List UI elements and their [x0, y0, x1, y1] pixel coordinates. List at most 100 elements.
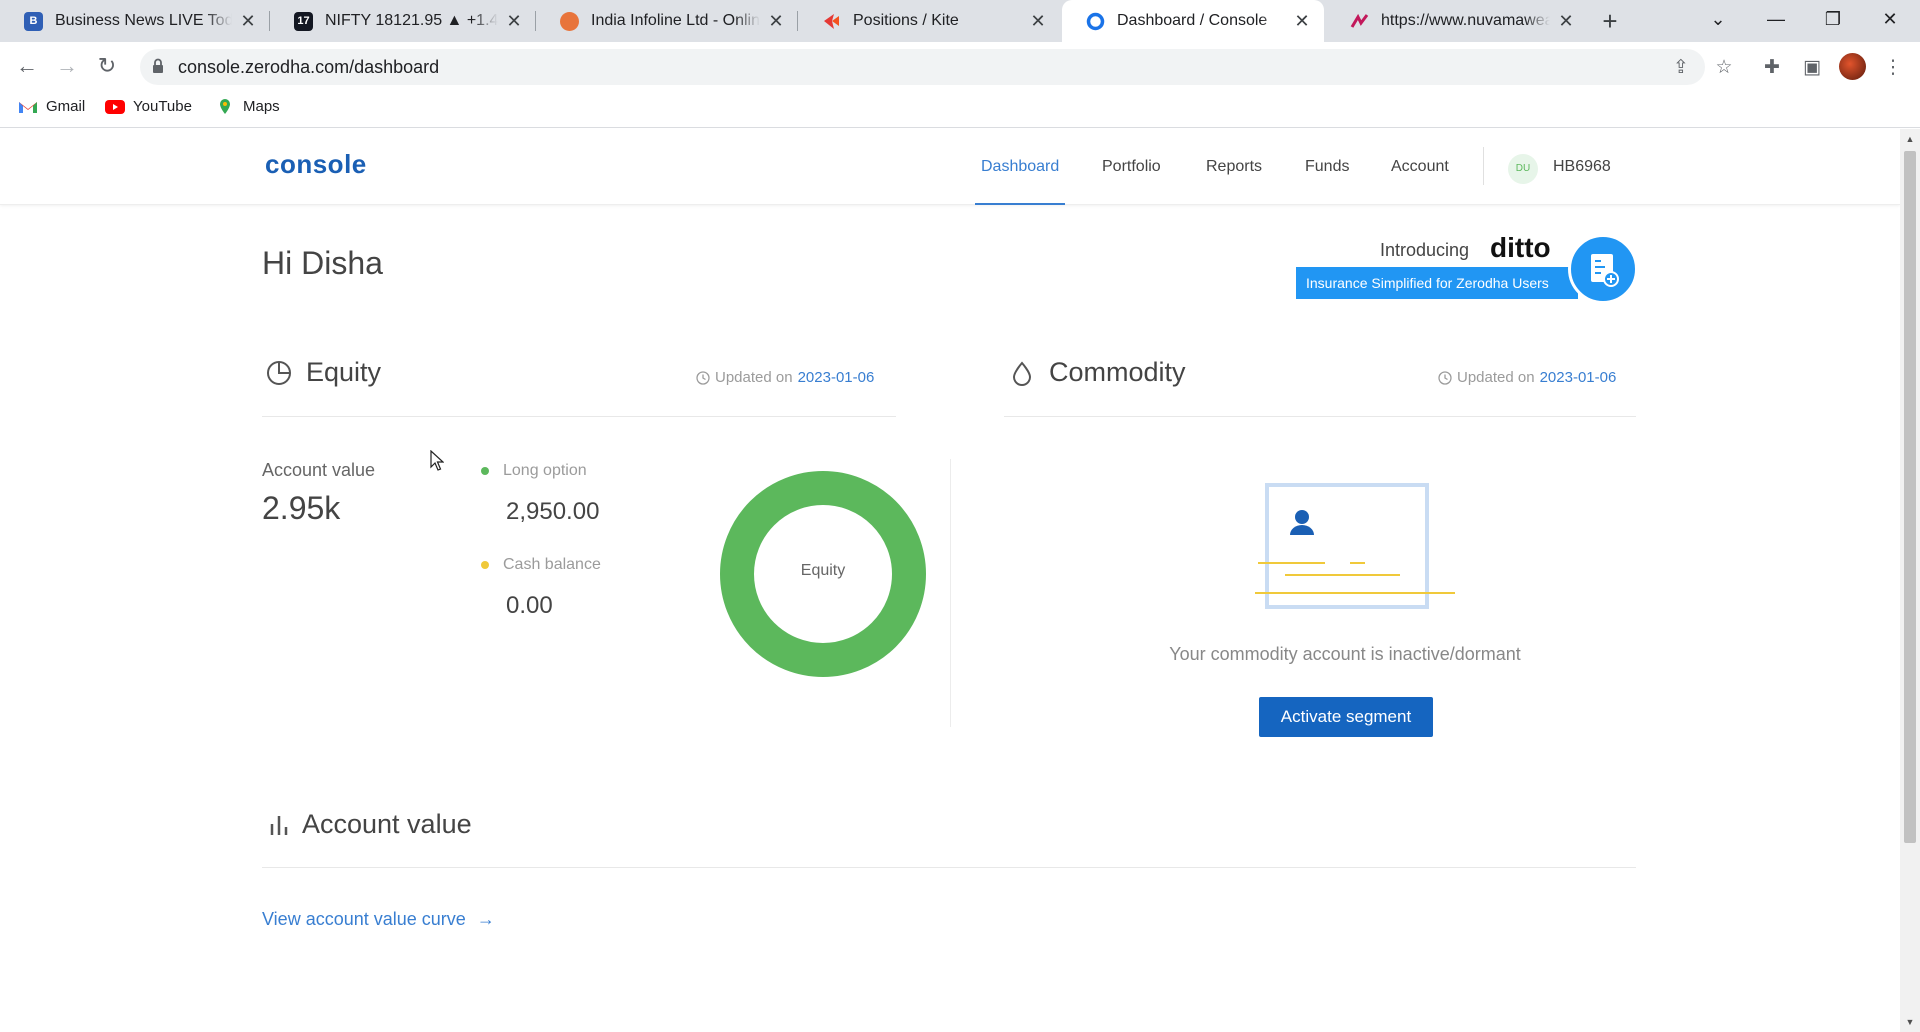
user-id[interactable]: HB6968	[1553, 129, 1611, 205]
bookmark-label: Gmail	[46, 98, 86, 115]
legend-dot-green	[481, 467, 489, 475]
browser-toolbar: ← → ↻ console.zerodha.com/dashboard ⇪ ☆ …	[0, 42, 1920, 90]
page-greeting: Hi Disha	[262, 245, 383, 281]
bookmark-label: YouTube	[133, 98, 192, 115]
restore-icon[interactable]: ❐	[1805, 0, 1861, 38]
equity-divider	[262, 416, 896, 417]
browser-tab-nifty[interactable]: 17 NIFTY 18121.95 ▲ +1.47% Unnamed ✕	[270, 0, 536, 42]
url-text[interactable]: console.zerodha.com/dashboard	[178, 49, 439, 85]
promo-brand: ditto	[1490, 232, 1551, 263]
legend-long-option: Long option	[481, 462, 587, 480]
commodity-inactive-message: Your commodity account is inactive/dorma…	[1169, 644, 1521, 664]
legend-label: Cash balance	[503, 556, 601, 573]
account-value-divider	[262, 867, 1636, 868]
console-logo[interactable]: console	[265, 149, 367, 180]
tab-search-chevron-icon[interactable]: ⌄	[1690, 0, 1746, 38]
bookmark-star-icon[interactable]: ☆	[1714, 58, 1734, 78]
app-header: console Dashboard Portfolio Reports Fund…	[0, 129, 1900, 205]
browser-tab-kite[interactable]: Positions / Kite ✕	[798, 0, 1060, 42]
new-tab-plus-icon[interactable]: +	[1596, 8, 1624, 36]
business-news-icon: B	[24, 11, 43, 31]
kebab-menu-icon[interactable]: ⋮	[1883, 58, 1903, 78]
nav-funds[interactable]: Funds	[1305, 129, 1349, 205]
gmail-icon	[19, 101, 37, 113]
equity-title-text: Equity	[306, 357, 382, 387]
insurance-document-icon	[1568, 234, 1638, 304]
bookmark-label: Maps	[243, 98, 280, 115]
commodity-divider	[1004, 416, 1636, 417]
commodity-updated: Updated on 2023-01-06	[1438, 369, 1616, 386]
account-value: 2.95k	[262, 490, 341, 526]
clock-icon	[1438, 370, 1452, 385]
close-tab-icon[interactable]: ✕	[1556, 11, 1576, 31]
equity-section-title: Equity	[266, 357, 381, 388]
tab-title: India Infoline Ltd - Online Trading	[591, 12, 760, 29]
nav-reports[interactable]: Reports	[1206, 129, 1262, 205]
tradingview-icon: 17	[294, 11, 313, 31]
kite-icon	[822, 12, 841, 31]
updated-label: Updated on	[1457, 369, 1535, 386]
activate-segment-button[interactable]: Activate segment	[1259, 697, 1433, 737]
close-tab-icon[interactable]: ✕	[504, 11, 524, 31]
bookmark-gmail[interactable]: Gmail	[18, 98, 85, 115]
console-page: console Dashboard Portfolio Reports Fund…	[0, 129, 1900, 1032]
browser-tab-business-news[interactable]: B Business News LIVE Today: Latest ✕	[0, 0, 270, 42]
nav-portfolio[interactable]: Portfolio	[1102, 129, 1161, 205]
close-window-icon[interactable]: ✕	[1862, 0, 1918, 38]
legend-cash-balance: Cash balance	[481, 556, 601, 574]
share-icon[interactable]: ⇪	[1671, 58, 1691, 78]
long-option-value: 2,950.00	[506, 498, 600, 525]
side-panel-icon[interactable]: ▣	[1802, 58, 1822, 78]
scroll-up-arrow-icon[interactable]: ▲	[1900, 131, 1920, 147]
address-bar[interactable]: console.zerodha.com/dashboard ⇪	[140, 49, 1705, 85]
close-tab-icon[interactable]: ✕	[238, 11, 258, 31]
profile-avatar[interactable]	[1839, 53, 1866, 80]
browser-tab-nuvama[interactable]: https://www.nuvamawealth.com ✕	[1326, 0, 1588, 42]
bookmark-youtube[interactable]: YouTube	[105, 98, 192, 115]
account-value-section-title: Account value	[266, 809, 472, 840]
tab-title: Positions / Kite	[853, 12, 959, 29]
page-scrollbar[interactable]: ▲ ▼	[1900, 129, 1920, 1032]
bar-chart-icon	[270, 815, 288, 835]
link-text: View account value curve	[262, 909, 466, 929]
cash-balance-value: 0.00	[506, 592, 553, 619]
browser-tab-iifl[interactable]: India Infoline Ltd - Online Trading ✕	[536, 0, 798, 42]
close-tab-icon[interactable]: ✕	[766, 11, 786, 31]
clock-icon	[696, 370, 710, 385]
nav-dashboard[interactable]: Dashboard	[974, 129, 1066, 205]
tab-title: Business News LIVE Today: Latest	[55, 12, 232, 29]
scroll-down-arrow-icon[interactable]: ▼	[1900, 1014, 1920, 1030]
donut-center-label: Equity	[800, 562, 846, 579]
reload-icon[interactable]: ↻	[91, 50, 123, 82]
browser-tab-console[interactable]: Dashboard / Console ✕	[1062, 0, 1324, 42]
ditto-promo-banner[interactable]: Introducing ditto Insurance Simplified f…	[1296, 232, 1638, 312]
user-avatar[interactable]: DU	[1508, 154, 1538, 184]
forward-arrow-icon[interactable]: →	[51, 50, 83, 82]
nav-account[interactable]: Account	[1391, 129, 1449, 205]
back-arrow-icon[interactable]: ←	[11, 50, 43, 82]
maps-icon	[220, 98, 230, 114]
bookmark-maps[interactable]: Maps	[215, 98, 280, 115]
iifl-icon	[560, 11, 579, 31]
scrollbar-thumb[interactable]	[1904, 151, 1916, 843]
updated-label: Updated on	[715, 369, 793, 386]
legend-dot-yellow	[481, 561, 489, 569]
legend-label: Long option	[503, 462, 587, 479]
nav-divider	[1483, 147, 1484, 185]
youtube-icon	[105, 99, 125, 114]
section-divider	[950, 459, 951, 727]
tab-title: https://www.nuvamawealth.com	[1381, 12, 1550, 29]
account-value-label: Account value	[262, 460, 376, 480]
updated-date: 2023-01-06	[797, 369, 875, 386]
promo-intro: Introducing	[1380, 240, 1470, 260]
close-tab-icon[interactable]: ✕	[1028, 11, 1048, 31]
pie-chart-icon	[267, 360, 291, 385]
inactive-account-illustration	[1255, 483, 1455, 609]
commodity-title-text: Commodity	[1049, 357, 1186, 387]
bookmarks-bar: Gmail YouTube Maps	[0, 90, 1920, 128]
view-account-value-curve-link[interactable]: View account value curve →	[262, 909, 495, 930]
minimize-icon[interactable]: —	[1748, 0, 1804, 38]
extensions-puzzle-icon[interactable]: ✚	[1762, 58, 1782, 78]
browser-tab-strip: B Business News LIVE Today: Latest ✕ 17 …	[0, 0, 1920, 42]
close-tab-icon[interactable]: ✕	[1292, 11, 1312, 31]
